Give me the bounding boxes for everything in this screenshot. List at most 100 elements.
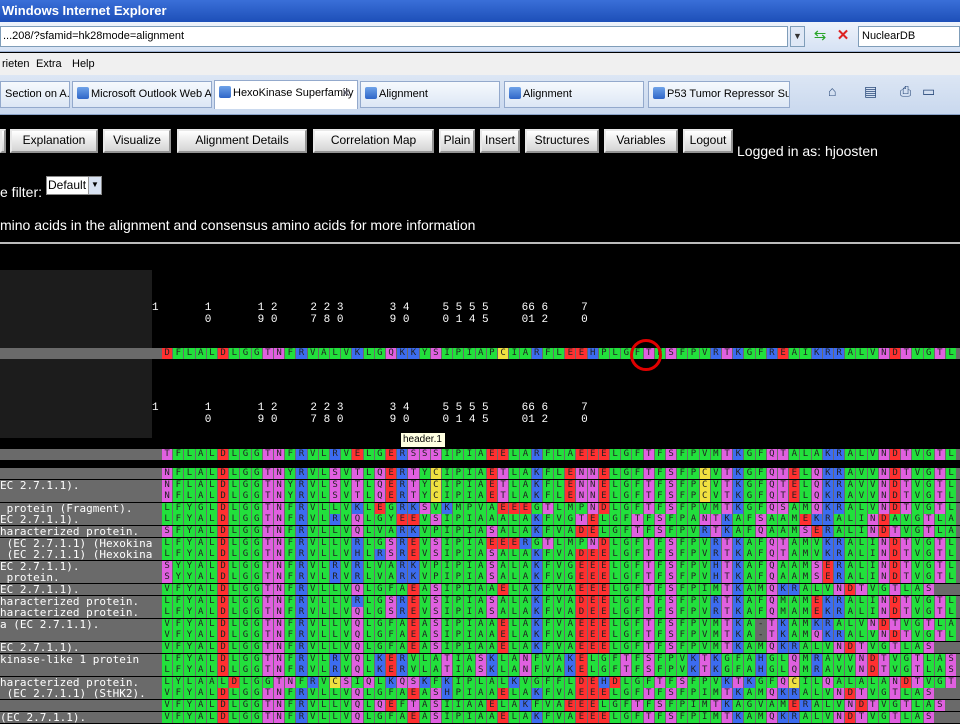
residue[interactable]: F xyxy=(677,618,688,630)
residue[interactable]: L xyxy=(856,549,867,561)
residue[interactable]: K xyxy=(688,653,699,665)
residue[interactable]: L xyxy=(229,526,240,537)
residue[interactable]: S xyxy=(408,676,419,688)
residue[interactable]: T xyxy=(901,537,912,549)
residue[interactable]: Y xyxy=(184,595,195,607)
residue[interactable]: R xyxy=(397,502,408,514)
residue[interactable]: P xyxy=(688,560,699,572)
residue[interactable]: A xyxy=(195,479,206,491)
residue[interactable]: P xyxy=(598,348,609,359)
residue[interactable]: S xyxy=(430,348,441,359)
residue[interactable]: G xyxy=(923,572,934,584)
residue[interactable]: M xyxy=(755,688,766,700)
residue[interactable]: R xyxy=(531,449,542,460)
residue[interactable]: A xyxy=(464,700,475,711)
residue[interactable]: P xyxy=(453,607,464,619)
residue[interactable]: G xyxy=(251,468,262,479)
residue[interactable]: A xyxy=(946,526,957,537)
residue[interactable]: V xyxy=(341,665,352,677)
residue[interactable]: S xyxy=(430,549,441,561)
residue[interactable]: T xyxy=(442,653,453,665)
residue[interactable]: K xyxy=(822,630,833,642)
residue[interactable]: M xyxy=(565,502,576,514)
residue[interactable]: K xyxy=(531,560,542,572)
residue[interactable]: V xyxy=(542,665,553,677)
residue[interactable]: E xyxy=(397,514,408,526)
residue[interactable]: V xyxy=(699,642,710,653)
residue[interactable]: Y xyxy=(386,514,397,526)
residue[interactable]: S xyxy=(430,607,441,619)
residue[interactable]: A xyxy=(789,572,800,584)
residue[interactable]: V xyxy=(307,449,318,460)
residue[interactable]: Q xyxy=(778,676,789,688)
residue[interactable]: E xyxy=(587,642,598,653)
residue[interactable]: P xyxy=(453,479,464,491)
logout-button[interactable]: Logout xyxy=(683,129,733,153)
residue[interactable]: L xyxy=(509,549,520,561)
residue[interactable]: S xyxy=(162,526,173,537)
residue[interactable]: L xyxy=(229,595,240,607)
residue[interactable]: F xyxy=(386,688,397,700)
residue[interactable]: R xyxy=(397,665,408,677)
residue[interactable]: L xyxy=(206,514,217,526)
residue[interactable]: G xyxy=(240,560,251,572)
residue[interactable]: Q xyxy=(811,468,822,479)
variables-button[interactable]: Variables xyxy=(604,129,678,153)
residue[interactable]: F xyxy=(632,502,643,514)
residue[interactable]: E xyxy=(587,514,598,526)
residue[interactable]: T xyxy=(262,607,273,619)
residue[interactable]: V xyxy=(699,572,710,584)
residue[interactable]: L xyxy=(901,688,912,700)
residue[interactable]: L xyxy=(610,479,621,491)
residue[interactable]: R xyxy=(766,348,777,359)
residue[interactable]: L xyxy=(318,572,329,584)
residue[interactable]: D xyxy=(890,560,901,572)
residue[interactable]: R xyxy=(296,348,307,359)
residue[interactable]: F xyxy=(386,618,397,630)
residue[interactable]: G xyxy=(374,595,385,607)
residue[interactable]: V xyxy=(912,502,923,514)
residue[interactable]: S xyxy=(666,468,677,479)
residue[interactable]: E xyxy=(587,630,598,642)
residue[interactable]: R xyxy=(710,537,721,549)
residue[interactable]: L xyxy=(318,479,329,491)
sequence-row[interactable]: EC 2.7.1.1). V F Y A L D L G G T N F R V L L V Q L G F A E A S I P I… xyxy=(0,583,960,596)
residue[interactable]: D xyxy=(218,560,229,572)
residue[interactable]: G xyxy=(621,595,632,607)
residue[interactable]: N xyxy=(834,688,845,700)
residue[interactable]: A xyxy=(397,584,408,595)
residue[interactable]: S xyxy=(430,514,441,526)
residue[interactable]: A xyxy=(475,688,486,700)
residue[interactable]: V xyxy=(341,348,352,359)
residue[interactable]: A xyxy=(554,665,565,677)
menu-item-help[interactable]: Help xyxy=(72,53,95,75)
residue[interactable]: L xyxy=(206,584,217,595)
residue[interactable]: A xyxy=(397,711,408,723)
residue[interactable]: E xyxy=(789,491,800,503)
residue[interactable]: E xyxy=(486,537,497,549)
residue[interactable]: A xyxy=(195,348,206,359)
residue[interactable]: L xyxy=(363,449,374,460)
residue[interactable]: E xyxy=(408,711,419,723)
residue[interactable]: S xyxy=(330,468,341,479)
residue[interactable]: V xyxy=(755,700,766,711)
residue[interactable]: R xyxy=(834,572,845,584)
residue[interactable]: S xyxy=(811,560,822,572)
residue[interactable]: K xyxy=(733,688,744,700)
residue[interactable]: L xyxy=(856,630,867,642)
residue[interactable]: K xyxy=(778,642,789,653)
residue[interactable]: A xyxy=(195,700,206,711)
residue[interactable]: L xyxy=(811,711,822,723)
residue[interactable]: D xyxy=(218,491,229,503)
residue[interactable]: E xyxy=(408,618,419,630)
residue[interactable]: A xyxy=(766,700,777,711)
residue[interactable]: L xyxy=(610,630,621,642)
sequence-row[interactable]: protein. S Y Y A L D L G G T N F R V L R V R L V A R K V P I P I A S A L… xyxy=(0,571,960,584)
residue[interactable]: A xyxy=(520,549,531,561)
residue[interactable]: T xyxy=(856,584,867,595)
residue[interactable]: I xyxy=(464,572,475,584)
residue[interactable]: V xyxy=(307,549,318,561)
residue[interactable]: V xyxy=(890,653,901,665)
residue[interactable]: A xyxy=(498,595,509,607)
residue[interactable]: E xyxy=(789,479,800,491)
